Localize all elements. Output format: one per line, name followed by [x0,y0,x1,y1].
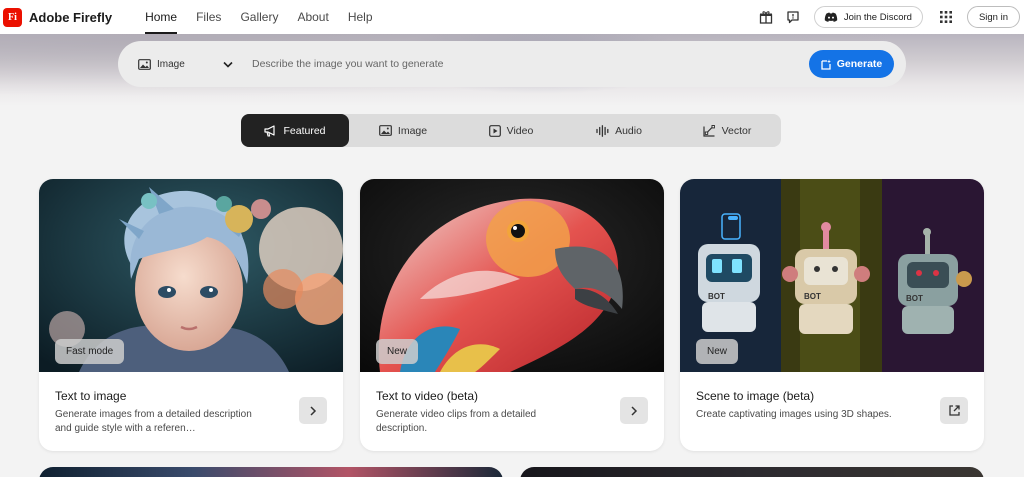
card-scene-to-image[interactable]: BOT BOT BOT New Scene to image (beta) Cr… [680,179,984,451]
tab-image[interactable]: Image [349,114,457,147]
generate-label: Generate [836,58,883,70]
svg-text:BOT: BOT [906,294,923,303]
chevron-right-icon[interactable] [620,397,648,424]
card-title: Text to video (beta) [376,389,479,403]
tab-audio[interactable]: Audio [565,114,673,147]
join-discord-button[interactable]: Join the Discord [813,6,923,28]
category-tabs: Featured Image Video Audio Vector [241,114,781,147]
top-bar: Fi Adobe Firefly Home Files Gallery Abou… [0,0,1024,34]
tab-featured[interactable]: Featured [241,114,349,147]
discord-icon [824,12,838,22]
open-external-icon[interactable] [940,397,968,424]
image-icon [379,125,392,136]
card-preview-next-row [520,467,984,477]
chevron-right-icon[interactable] [299,397,327,424]
nav-files[interactable]: Files [196,0,221,34]
generation-type-dropdown[interactable]: Image [138,59,233,70]
image-icon [138,58,151,70]
vector-icon [703,124,715,137]
audio-wave-icon [596,124,609,137]
nav-about[interactable]: About [297,0,328,34]
gift-icon[interactable] [757,8,775,26]
firefly-logo: Fi [3,7,22,27]
megaphone-icon [264,124,276,137]
generation-type-label: Image [157,58,185,70]
card-text-to-video[interactable]: New Text to video (beta) Generate video … [360,179,664,451]
card-title: Text to image [55,389,127,403]
card-title: Scene to image (beta) [696,389,815,403]
tab-audio-label: Audio [615,124,642,137]
svg-text:BOT: BOT [708,292,725,301]
chevron-down-icon [223,61,233,68]
main-nav: Home Files Gallery About Help [145,0,391,34]
prompt-input[interactable] [252,52,772,76]
tab-vector-label: Vector [721,124,752,137]
tab-vector[interactable]: Vector [673,114,781,147]
card-description: Create captivating images using 3D shape… [696,409,892,420]
tab-image-label: Image [397,124,428,137]
status-badge: New [696,339,739,364]
sign-in-button[interactable]: Sign in [966,6,1020,28]
brand[interactable]: Fi Adobe Firefly [3,7,113,27]
brand-name: Adobe Firefly [29,9,113,25]
svg-text:BOT: BOT [804,292,821,301]
nav-help[interactable]: Help [348,0,373,34]
card-description: Generate video clips from a detailed des… [376,409,537,434]
apps-grid-icon[interactable] [937,8,955,26]
card-preview-next-row [39,467,503,477]
tab-video-label: Video [506,124,534,137]
nav-home[interactable]: Home [145,0,178,34]
status-badge: Fast mode [55,339,125,364]
header-tools: Join the Discord Sign in [757,0,1024,34]
generate-icon [821,59,831,70]
status-badge: New [376,339,419,364]
generate-button[interactable]: Generate [809,50,894,78]
card-text-to-image[interactable]: Fast mode Text to image Generate images … [39,179,343,451]
discord-label: Join the Discord [843,11,912,23]
video-icon [488,124,501,137]
card-description: Generate images from a detailed descript… [55,409,252,434]
nav-gallery[interactable]: Gallery [240,0,278,34]
tab-video[interactable]: Video [457,114,565,147]
prompt-bar: Image Generate [118,41,906,87]
feedback-icon[interactable] [784,8,802,26]
tab-featured-label: Featured [283,124,326,137]
